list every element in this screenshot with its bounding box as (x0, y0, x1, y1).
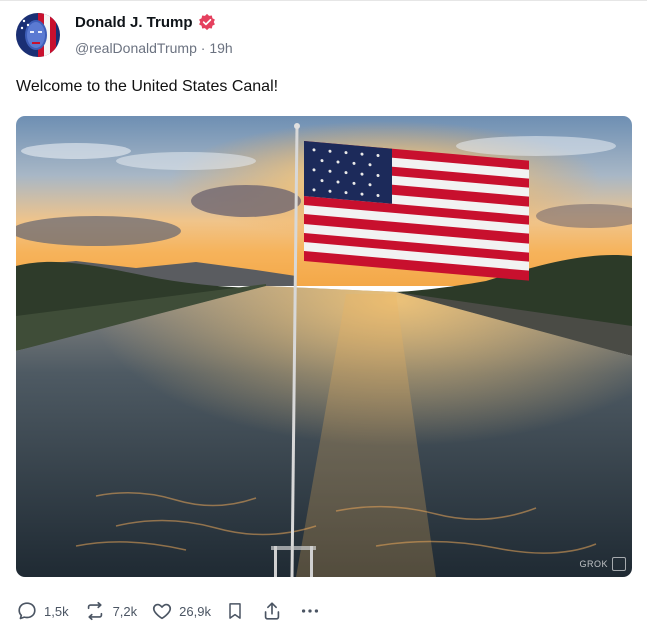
post-text: Welcome to the United States Canal! (16, 78, 279, 95)
more-button[interactable] (299, 600, 321, 622)
share-button[interactable] (261, 600, 283, 622)
repost-icon (87, 601, 102, 621)
avatar[interactable] (16, 13, 60, 57)
top-divider (0, 0, 647, 1)
repost-button[interactable]: 7,2k (83, 600, 138, 622)
heart-icon (153, 603, 172, 620)
post-image[interactable]: GROK (16, 116, 632, 577)
repost-count: 7,2k (112, 603, 138, 619)
like-count: 26,9k (179, 603, 211, 619)
separator: · (200, 40, 206, 56)
reply-count: 1,5k (44, 603, 69, 619)
like-button[interactable]: 26,9k (151, 600, 211, 622)
display-name[interactable]: Donald J. Trump (75, 14, 193, 31)
grok-watermark: GROK (579, 557, 626, 571)
watermark-icon (612, 557, 626, 571)
timestamp[interactable]: 19h (209, 40, 232, 56)
watermark-text: GROK (579, 559, 608, 569)
reply-icon (18, 602, 36, 620)
share-icon (264, 602, 280, 620)
action-bar: 1,5k 7,2k 26,9k (16, 598, 337, 624)
verified-badge-icon (198, 13, 215, 31)
more-options-icon (301, 609, 319, 613)
bookmark-button[interactable] (225, 600, 245, 622)
bookmark-icon (229, 603, 241, 619)
author-name-row: Donald J. Trump (75, 13, 216, 31)
handle-row: @realDonaldTrump · 19h (75, 40, 233, 56)
handle[interactable]: @realDonaldTrump (75, 40, 197, 56)
reply-button[interactable]: 1,5k (16, 600, 69, 622)
